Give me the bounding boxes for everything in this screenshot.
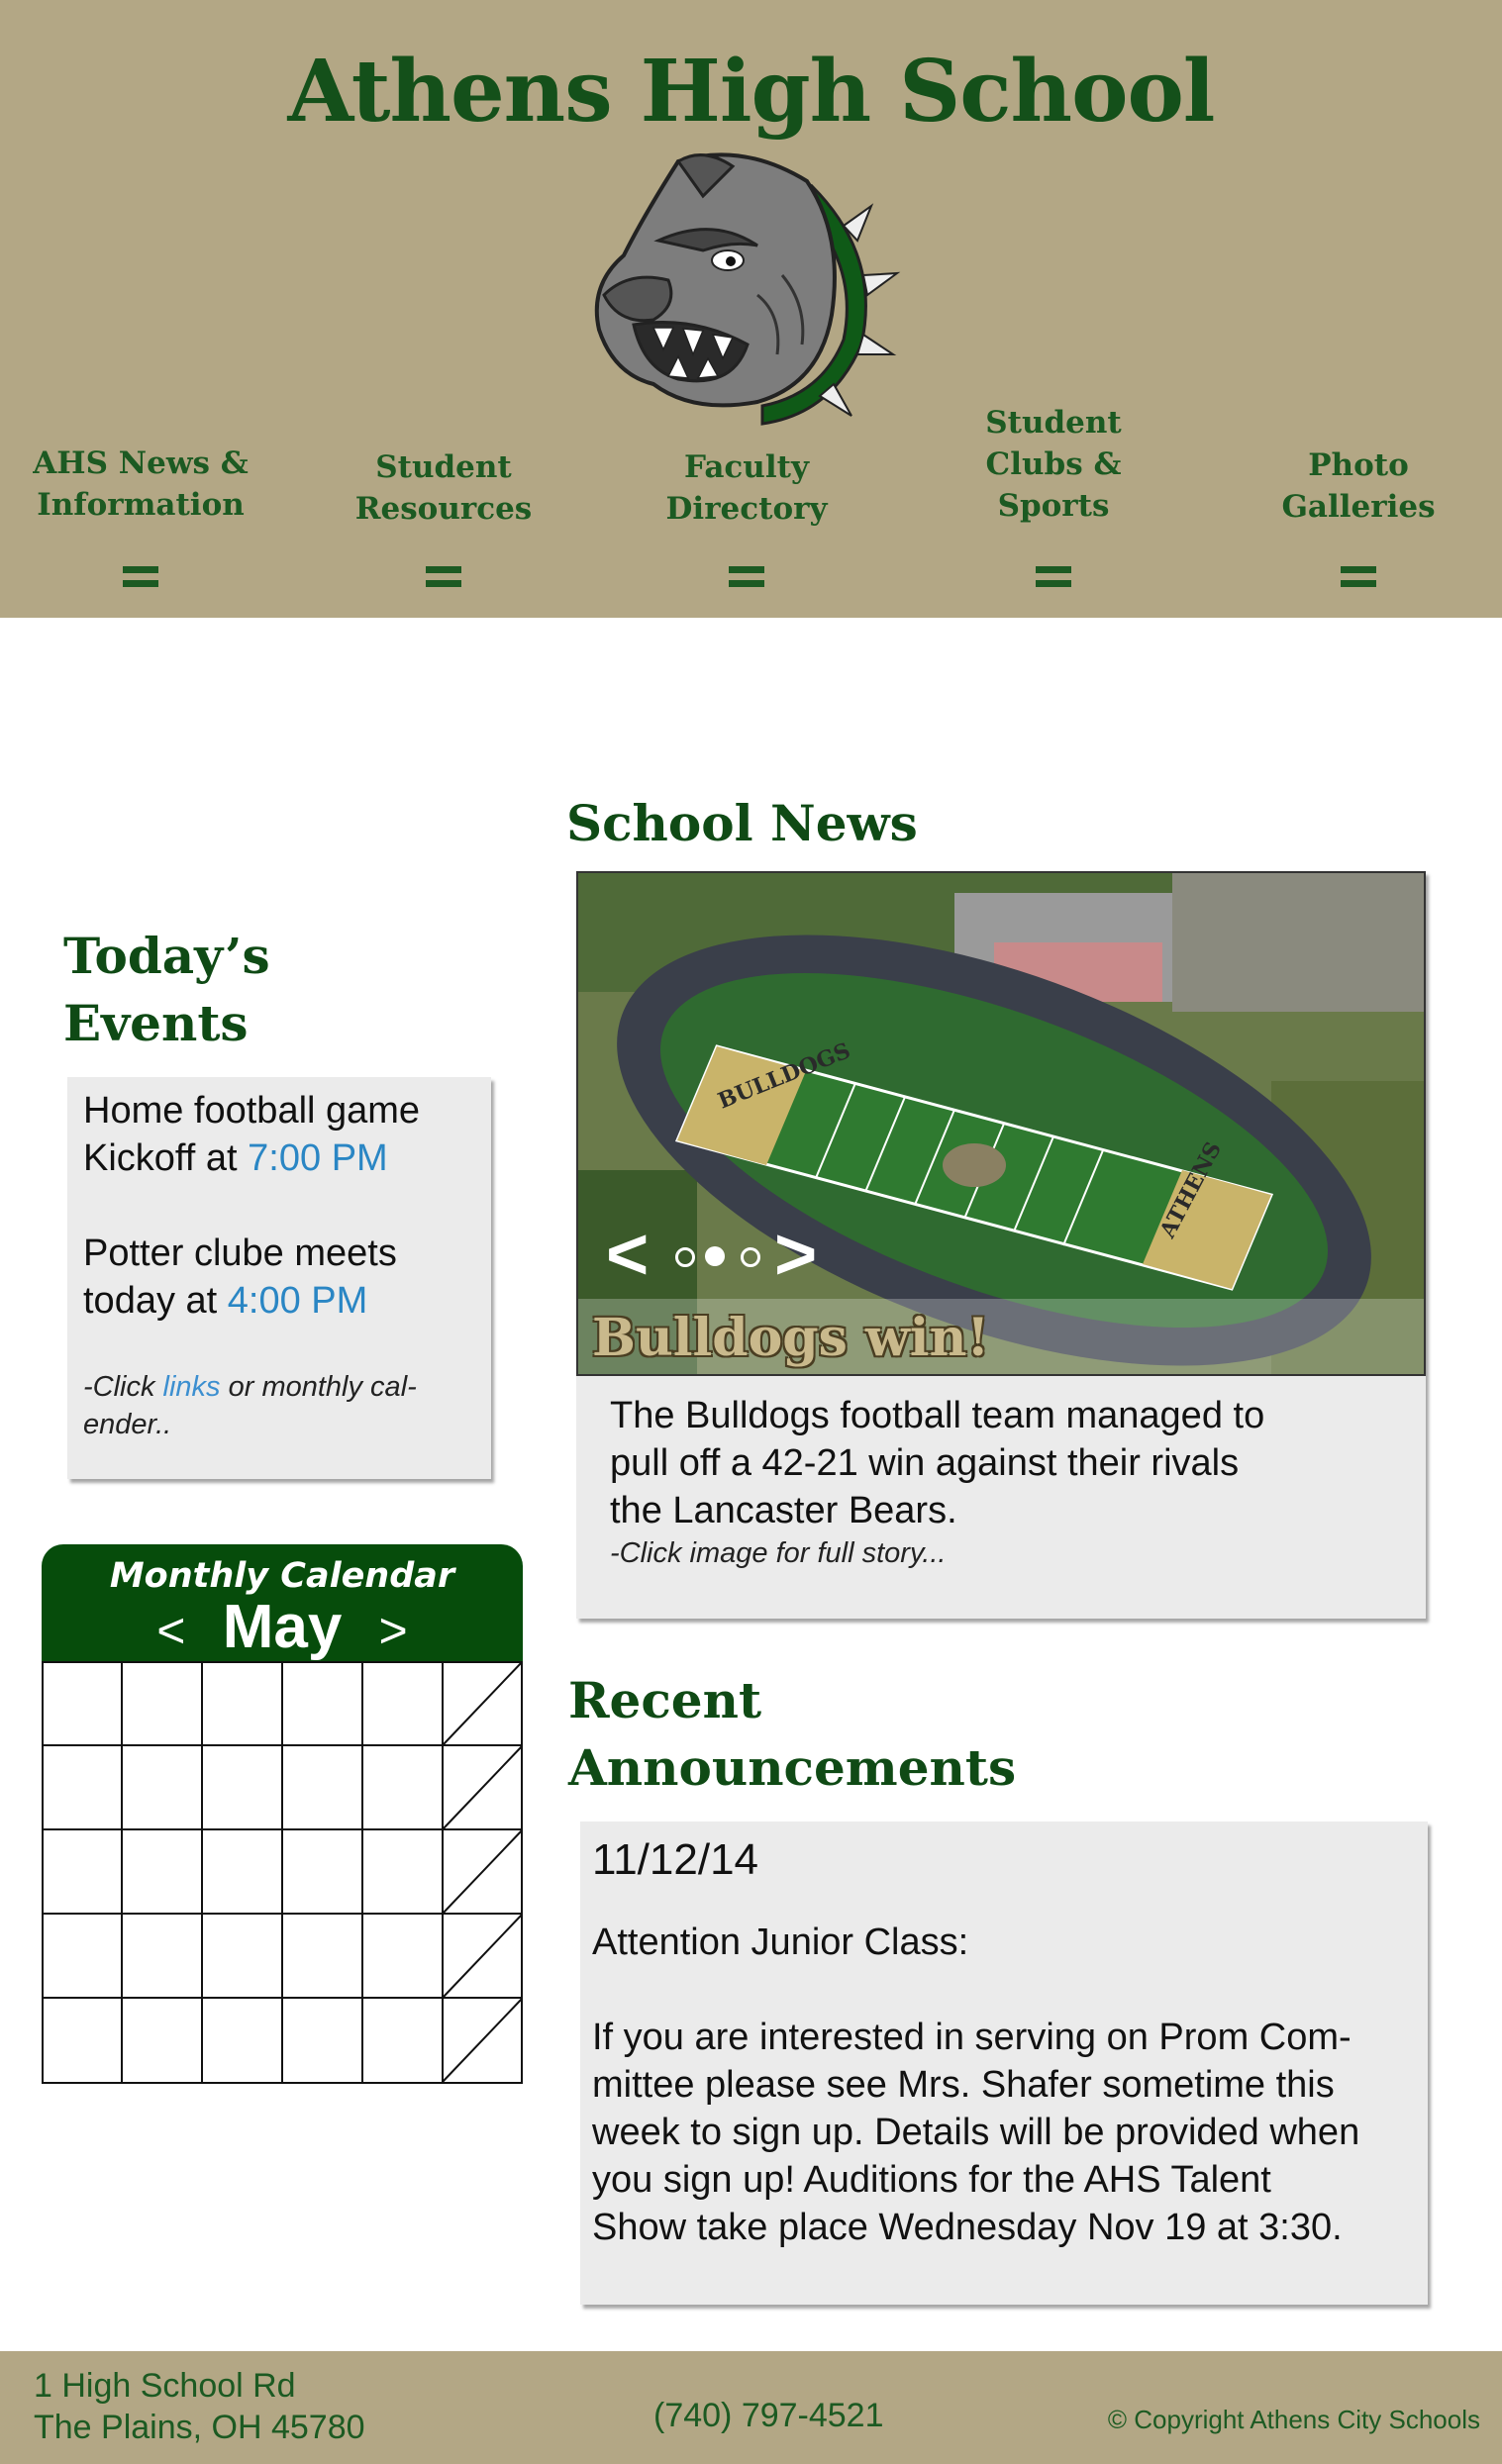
announcement-card: 11/12/14 Attention Junior Class: If you …: [580, 1822, 1428, 2305]
nav-label-line1: AHS News &: [33, 445, 249, 481]
calendar-prev-button[interactable]: <: [156, 1603, 185, 1658]
event-item: Home football game Kickoff at 7:00 PM: [83, 1087, 479, 1182]
nav-label-line2: Galleries: [1281, 489, 1436, 525]
news-card: BULLDOGS ATHENS < > Bulldogs win! The Bu…: [576, 871, 1426, 1619]
monthly-calendar: Monthly Calendar < May >: [42, 1544, 523, 2084]
event-title: Home football game: [83, 1090, 421, 1132]
news-heading: School News: [566, 794, 918, 852]
nav-label-line2: Information: [37, 487, 245, 523]
calendar-month: May: [222, 1593, 343, 1661]
nav-item-photo-galleries[interactable]: Photo Galleries: [1230, 444, 1487, 587]
events-card: Home football game Kickoff at 7:00 PM Po…: [67, 1077, 491, 1479]
news-body-line: pull off a 42-21 win against their rival…: [610, 1442, 1240, 1484]
nav-label-line2: Directory: [665, 491, 828, 527]
nav-label-line2: Clubs &: [985, 446, 1122, 482]
events-heading-line1: Today’s: [63, 927, 270, 985]
menu-icon[interactable]: [729, 566, 764, 588]
calendar-month-row: < May >: [42, 1597, 523, 1660]
nav-label-line1: Faculty: [684, 449, 809, 485]
news-body-line: The Bulldogs football team managed to: [610, 1395, 1265, 1436]
announcement-subject: Attention Junior Class:: [592, 1922, 969, 1963]
nav-item-faculty-directory[interactable]: Faculty Directory: [618, 446, 875, 587]
footer-phone: (740) 797-4521: [653, 2397, 884, 2434]
footer-address-line1: 1 High School Rd: [34, 2367, 296, 2405]
site-footer: 1 High School Rd The Plains, OH 45780 (7…: [0, 2351, 1502, 2464]
menu-icon[interactable]: [426, 566, 461, 588]
announcement-body-line: week to sign up. Details will be provide…: [592, 2112, 1360, 2153]
events-note-prefix: -Click: [83, 1371, 163, 1403]
nav-label-line3: Sports: [997, 488, 1110, 524]
carousel-dot-active[interactable]: [705, 1246, 725, 1266]
site-title: Athens High School: [287, 42, 1216, 142]
calendar-grid[interactable]: [42, 1661, 523, 2084]
event-time: 4:00 PM: [227, 1280, 368, 1322]
event-title: Potter clube meets: [83, 1232, 397, 1274]
carousel-dot[interactable]: [741, 1247, 760, 1267]
carousel-prev-button[interactable]: <: [606, 1218, 649, 1291]
calendar-next-button[interactable]: >: [379, 1603, 408, 1658]
news-body: The Bulldogs football team managed to pu…: [610, 1392, 1402, 1572]
footer-address: 1 High School Rd The Plains, OH 45780: [34, 2365, 365, 2448]
news-photo[interactable]: BULLDOGS ATHENS < > Bulldogs win!: [576, 871, 1426, 1376]
nav-item-clubs-sports[interactable]: Student Clubs & Sports: [925, 402, 1182, 587]
announcements-heading-line2: Announcements: [568, 1738, 1017, 1797]
announcement-date: 11/12/14: [592, 1835, 759, 1884]
menu-icon[interactable]: [123, 566, 158, 588]
announcement-body-line: mittee please see Mrs. Shafer sometime t…: [592, 2064, 1335, 2106]
events-heading-line2: Events: [63, 994, 249, 1052]
announcement-body-line: you sign up! Auditions for the AHS Talen…: [592, 2159, 1271, 2201]
carousel-dot[interactable]: [675, 1247, 695, 1267]
footer-address-line2: The Plains, OH 45780: [34, 2409, 365, 2446]
footer-copyright: © Copyright Athens City Schools: [1107, 2405, 1480, 2434]
events-note: -Click links or monthly cal- ender..: [83, 1368, 479, 1443]
nav-label-line1: Student: [985, 405, 1122, 441]
slide-caption: Bulldogs win!: [592, 1308, 990, 1368]
event-time-prefix: today at: [83, 1280, 228, 1322]
announcement-body-line: If you are interested in serving on Prom…: [592, 2017, 1352, 2058]
events-note-suffix: or monthly cal-: [220, 1371, 417, 1403]
stadium-aerial-photo: BULLDOGS ATHENS: [578, 873, 1424, 1374]
announcement-body-line: Show take place Wednesday Nov 19 at 3:30…: [592, 2207, 1343, 2248]
announcements-heading: Recent Announcements: [568, 1667, 1016, 1802]
news-note: -Click image for full story...: [610, 1537, 947, 1569]
announcements-heading-line1: Recent: [568, 1671, 762, 1729]
nav-item-ahs-news[interactable]: AHS News & Information: [12, 443, 269, 587]
nav-label-line2: Resources: [354, 491, 533, 527]
calendar-title: Monthly Calendar: [109, 1556, 455, 1596]
nav-label-line1: Photo: [1308, 447, 1409, 483]
bulldog-mascot-icon: [594, 152, 901, 426]
carousel-next-button[interactable]: >: [774, 1218, 817, 1291]
nav-item-student-resources[interactable]: Student Resources: [315, 446, 572, 587]
menu-icon[interactable]: [1036, 566, 1071, 588]
nav-label-line1: Student: [375, 449, 512, 485]
announcement-body: If you are interested in serving on Prom…: [592, 2014, 1414, 2251]
site-header: Athens High School AHS News & Informatio…: [0, 0, 1502, 618]
event-time: 7:00 PM: [248, 1137, 388, 1179]
event-item: Potter clube meets today at 4:00 PM: [83, 1230, 479, 1325]
links-link[interactable]: links: [163, 1371, 221, 1403]
news-body-line: the Lancaster Bears.: [610, 1490, 957, 1531]
event-time-prefix: Kickoff at: [83, 1137, 249, 1179]
events-heading: Today’s Events: [63, 923, 270, 1057]
events-note-line2: ender..: [83, 1409, 172, 1440]
menu-icon[interactable]: [1341, 566, 1376, 588]
calendar-header: Monthly Calendar < May >: [42, 1544, 523, 1661]
